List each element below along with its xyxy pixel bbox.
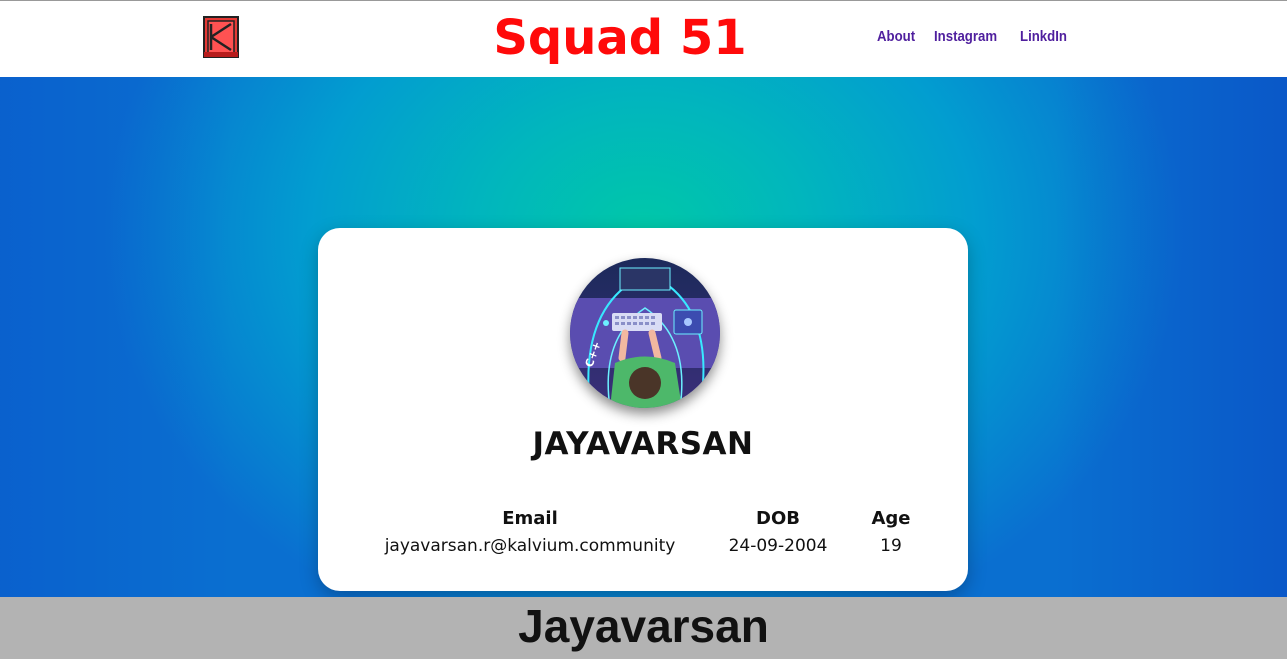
top-navbar: Squad 51 About Instagram LinkdIn: [0, 0, 1287, 77]
page: Squad 51 About Instagram LinkdIn C++ JAY…: [0, 0, 1287, 659]
dob-value: 24-09-2004: [728, 536, 828, 556]
age-label: Age: [871, 508, 911, 529]
nav-link-linkedin[interactable]: LinkdIn: [1020, 28, 1067, 45]
age-value: 19: [880, 536, 902, 556]
nav-link-instagram[interactable]: Instagram: [934, 28, 997, 45]
profile-name: JAYAVARSAN: [532, 426, 754, 462]
footer-bar: Jayavarsan: [0, 597, 1287, 659]
dob-column: DOB 24-09-2004: [718, 506, 838, 560]
footer-name: Jayavarsan: [518, 600, 769, 652]
email-label: Email: [502, 508, 558, 529]
nav-link-about[interactable]: About: [877, 28, 915, 45]
age-column: Age 19: [856, 506, 926, 560]
coder-avatar-image: C++: [570, 258, 720, 408]
email-value: jayavarsan.r@kalvium.community: [384, 536, 676, 556]
email-column: Email jayavarsan.r@kalvium.community: [370, 506, 690, 560]
profile-card: C++ JAYAVARSAN Email jayavarsan.r@kalviu…: [318, 228, 968, 591]
nav-links: About Instagram LinkdIn: [877, 28, 1073, 45]
dob-label: DOB: [756, 508, 800, 529]
